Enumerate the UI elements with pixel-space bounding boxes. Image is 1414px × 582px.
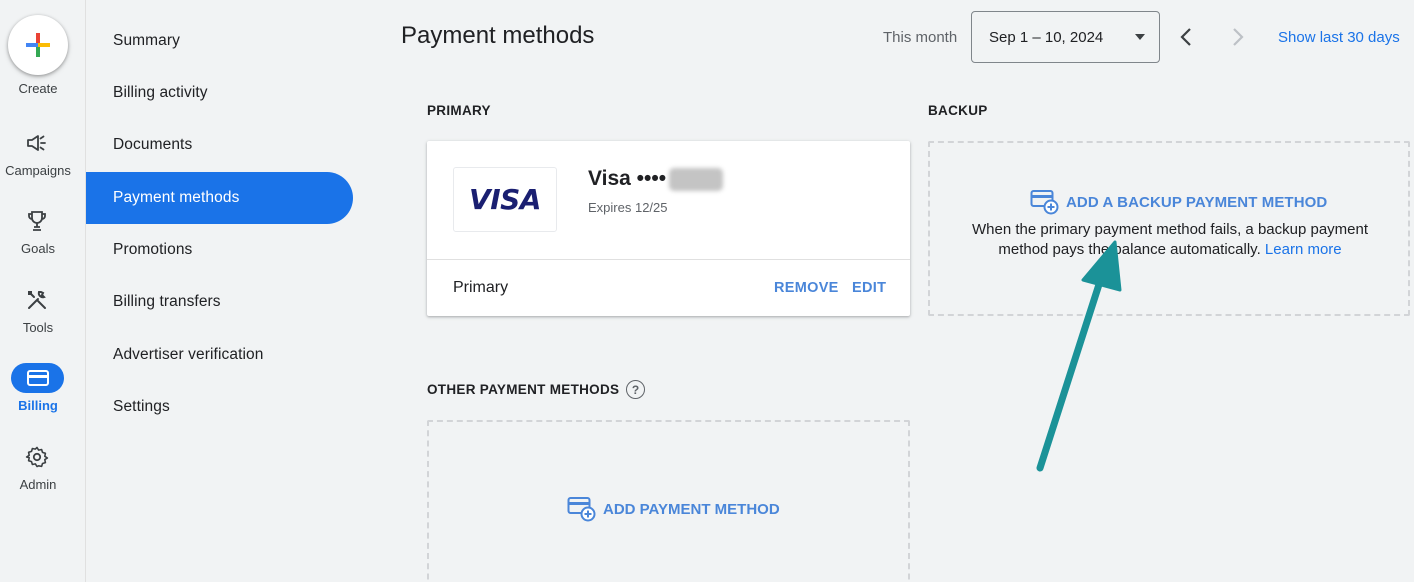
card-name: Visa •••• <box>588 167 667 190</box>
add-backup-payment-button[interactable]: ADD A BACKUP PAYMENT METHOD <box>1030 189 1327 215</box>
card-divider <box>427 259 910 260</box>
goals-label[interactable]: Goals <box>0 241 76 256</box>
date-range-select[interactable]: Sep 1 – 10, 2024 <box>971 11 1160 63</box>
backup-section-label: BACKUP <box>928 103 988 118</box>
backup-payment-box: ADD A BACKUP PAYMENT METHOD When the pri… <box>928 141 1410 316</box>
period-label: This month <box>883 29 958 46</box>
show-last-30-days-link[interactable]: Show last 30 days <box>1278 29 1400 46</box>
gear-icon[interactable] <box>22 442 52 472</box>
subnav-item-settings[interactable]: Settings <box>86 381 353 433</box>
trophy-icon[interactable] <box>22 206 52 236</box>
credit-card-icon <box>26 370 49 386</box>
redacted-card-digits <box>669 168 723 191</box>
create-button[interactable] <box>8 15 68 75</box>
billing-subnav: Summary Billing activity Documents Payme… <box>86 0 366 582</box>
page-title: Payment methods <box>401 22 595 49</box>
backup-description: When the primary payment method fails, a… <box>960 220 1380 260</box>
subnav-item-payment-methods[interactable]: Payment methods <box>86 172 353 224</box>
tools-icon[interactable] <box>22 285 52 315</box>
date-range-value: Sep 1 – 10, 2024 <box>989 28 1104 46</box>
other-payment-box: ADD PAYMENT METHOD <box>427 420 910 582</box>
chevron-right-icon[interactable] <box>1228 25 1248 49</box>
subnav-item-promotions[interactable]: Promotions <box>86 224 353 276</box>
card-expiry: Expires 12/25 <box>588 200 668 215</box>
subnav-item-advertiser-verification[interactable]: Advertiser verification <box>86 329 353 381</box>
add-payment-method-button[interactable]: ADD PAYMENT METHOD <box>567 496 780 522</box>
learn-more-link[interactable]: Learn more <box>1265 241 1342 258</box>
primary-payment-card: VISA Visa •••• Expires 12/25 Primary REM… <box>427 141 910 316</box>
remove-button[interactable]: REMOVE <box>774 280 839 296</box>
campaigns-label[interactable]: Campaigns <box>0 163 76 178</box>
add-payment-label: ADD PAYMENT METHOD <box>603 500 780 518</box>
subnav-item-billing-activity[interactable]: Billing activity <box>86 67 353 119</box>
subnav-item-summary[interactable]: Summary <box>86 15 353 67</box>
campaigns-icon[interactable] <box>22 128 52 158</box>
tools-label[interactable]: Tools <box>0 320 76 335</box>
add-card-icon <box>1030 190 1059 215</box>
dropdown-caret-icon <box>1135 34 1145 40</box>
admin-label[interactable]: Admin <box>0 477 76 492</box>
other-section-label: OTHER PAYMENT METHODS <box>427 382 620 397</box>
left-rail: Create Campaigns Goals Tools Billing Adm… <box>0 0 86 582</box>
add-backup-label: ADD A BACKUP PAYMENT METHOD <box>1066 193 1328 211</box>
card-status: Primary <box>453 279 509 296</box>
chevron-left-icon[interactable] <box>1176 25 1196 49</box>
primary-section-label: PRIMARY <box>427 103 491 118</box>
visa-logo: VISA <box>453 167 557 232</box>
help-icon[interactable]: ? <box>626 380 645 399</box>
add-card-icon <box>567 497 596 522</box>
subnav-item-billing-transfers[interactable]: Billing transfers <box>86 276 353 328</box>
edit-button[interactable]: EDIT <box>852 280 886 296</box>
billing-nav-button[interactable] <box>11 363 64 393</box>
billing-label[interactable]: Billing <box>0 398 76 413</box>
subnav-item-documents[interactable]: Documents <box>86 119 353 171</box>
create-label: Create <box>18 81 58 96</box>
app-root: Create Campaigns Goals Tools Billing Adm… <box>0 0 1414 582</box>
plus-icon <box>26 33 50 57</box>
